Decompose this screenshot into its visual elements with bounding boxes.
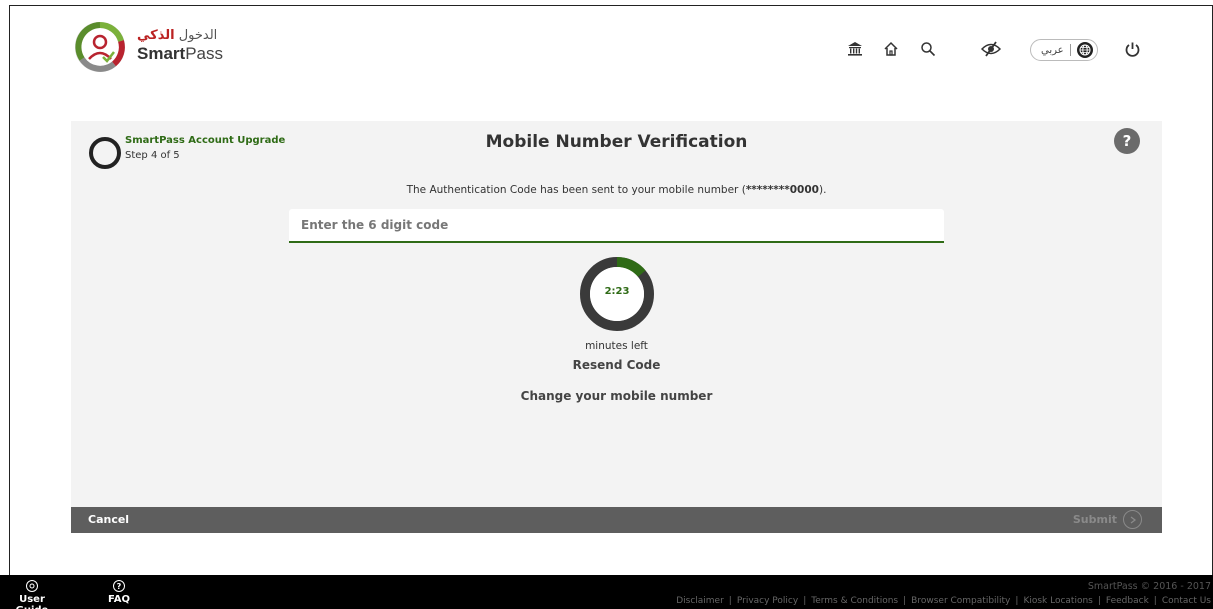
change-mobile-number-link[interactable]: Change your mobile number	[71, 389, 1162, 403]
cancel-button[interactable]: Cancel	[88, 513, 129, 526]
link-separator: |	[728, 596, 732, 606]
masked-mobile-number: ********0000	[745, 184, 819, 196]
link-separator: |	[1015, 596, 1019, 606]
minutes-left-label: minutes left	[585, 340, 648, 352]
page-title: Mobile Number Verification	[485, 132, 748, 152]
footer-link-feedback[interactable]: Feedback	[1106, 596, 1149, 606]
action-bar: Cancel Submit	[71, 507, 1162, 533]
faq-label: FAQ	[108, 594, 130, 605]
question-icon: ?	[113, 580, 125, 592]
link-separator: |	[803, 596, 807, 606]
top-toolbar: عربي	[0, 36, 1213, 64]
footer-link-contact-us[interactable]: Contact Us	[1162, 596, 1211, 606]
footer: User Guide ? FAQ SmartPass © 2016 - 2017…	[0, 575, 1213, 609]
help-button[interactable]: ?	[1114, 128, 1140, 154]
footer-link-kiosk-locations[interactable]: Kiosk Locations	[1023, 596, 1092, 606]
link-separator: |	[903, 596, 907, 606]
search-icon[interactable]	[917, 38, 939, 60]
link-separator: |	[1097, 596, 1101, 606]
chevron-right-icon	[1123, 510, 1142, 529]
verification-panel: SmartPass Account Upgrade Step 4 of 5 Mo…	[71, 121, 1162, 533]
header: الدخول الذكي SmartPass عربي	[0, 0, 1213, 110]
footer-link-disclaimer[interactable]: Disclaimer	[676, 596, 724, 606]
faq-link[interactable]: ? FAQ	[104, 580, 134, 605]
submit-button[interactable]: Submit	[1073, 510, 1142, 529]
timer-value: 2:23	[604, 286, 630, 297]
institution-icon[interactable]	[844, 38, 866, 60]
power-icon[interactable]	[1121, 38, 1143, 60]
footer-link-browser-compatibility[interactable]: Browser Compatibility	[911, 596, 1010, 606]
user-guide-icon	[26, 580, 38, 592]
verification-code-input[interactable]	[289, 209, 944, 243]
globe-icon	[1076, 42, 1093, 58]
submit-label: Submit	[1072, 513, 1117, 526]
language-switch[interactable]: عربي	[1030, 39, 1098, 61]
link-separator: |	[1153, 596, 1157, 606]
home-icon[interactable]	[880, 38, 902, 60]
countdown-timer: 2:23	[578, 255, 656, 333]
eye-slash-icon[interactable]	[980, 38, 1002, 60]
resend-code-link[interactable]: Resend Code	[71, 358, 1162, 372]
language-divider	[1069, 44, 1071, 56]
footer-link-privacy-policy[interactable]: Privacy Policy	[737, 596, 798, 606]
auth-code-message: The Authentication Code has been sent to…	[406, 184, 827, 196]
language-label: عربي	[1041, 44, 1064, 56]
user-guide-link[interactable]: User Guide	[4, 580, 60, 609]
user-guide-label: User Guide	[16, 594, 49, 609]
legal-links: Disclaimer | Privacy Policy | Terms & Condit…	[676, 596, 1211, 606]
footer-link-terms-conditions[interactable]: Terms & Conditions	[811, 596, 898, 606]
copyright-text: SmartPass © 2016 - 2017	[1087, 581, 1211, 592]
